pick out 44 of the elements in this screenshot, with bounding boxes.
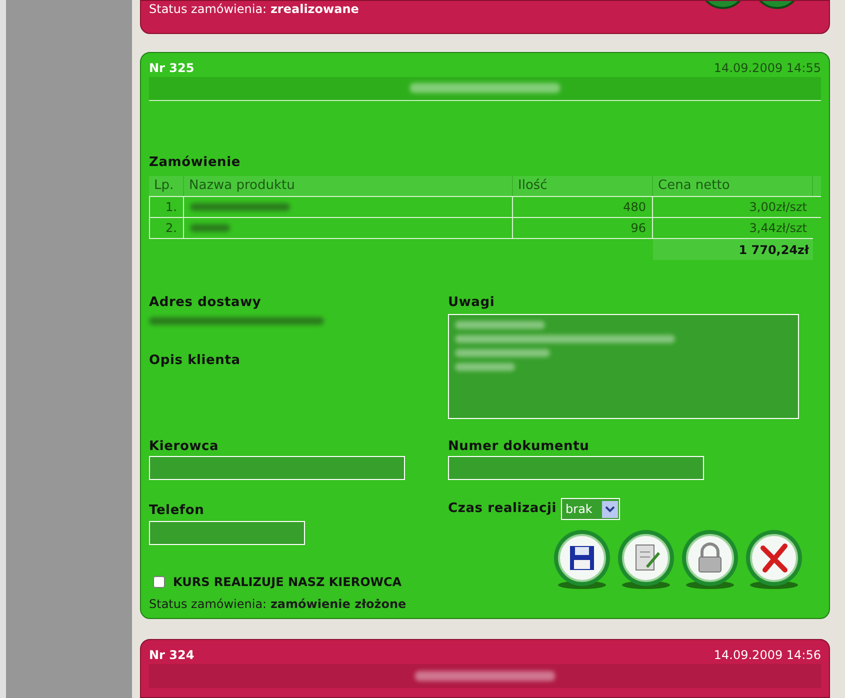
lock-button[interactable] bbox=[680, 528, 740, 590]
order-date: 14.09.2009 14:55 bbox=[714, 60, 821, 77]
phone-input[interactable] bbox=[149, 520, 305, 545]
save-icon bbox=[552, 528, 612, 590]
field-label: Adres dostawy bbox=[149, 294, 262, 312]
checkbox[interactable] bbox=[153, 576, 165, 588]
driver-input[interactable] bbox=[149, 456, 405, 480]
edit-button[interactable] bbox=[616, 528, 676, 590]
status-value: zrealizowane bbox=[270, 2, 359, 16]
table-cell: 480 bbox=[513, 197, 653, 218]
status-label: Status zamówienia: bbox=[149, 596, 268, 611]
field-label: Opis klienta bbox=[149, 352, 242, 370]
column-header: Lp. bbox=[149, 176, 184, 196]
padlock-icon bbox=[680, 528, 740, 590]
document-number-input[interactable] bbox=[448, 456, 704, 480]
field-label: Telefon bbox=[149, 502, 206, 520]
table-cell-text: 3,44zł/szt bbox=[748, 220, 808, 238]
table-cell-text: 3,00zł/szt bbox=[748, 199, 808, 216]
status-value: zamówienie złożone bbox=[270, 596, 406, 611]
delete-button[interactable] bbox=[744, 528, 804, 590]
table-cell: 2. bbox=[149, 218, 184, 238]
time-select[interactable]: brak bbox=[560, 498, 620, 520]
table-cell: 1. bbox=[149, 197, 184, 218]
total-cell: 1 770,24zł bbox=[653, 239, 813, 260]
field-label: Czas realizacji bbox=[448, 500, 557, 518]
order-number: Nr 325 bbox=[149, 60, 194, 77]
document-edit-icon bbox=[616, 528, 676, 590]
order-number: Nr 324 bbox=[149, 646, 194, 664]
blurred-text bbox=[455, 362, 515, 371]
status-label: Status zamówienia: bbox=[149, 2, 268, 16]
field-label: Numer dokumentu bbox=[448, 438, 590, 456]
field-label: Kierowca bbox=[149, 438, 220, 456]
table-cell: 96 bbox=[513, 218, 653, 238]
order-date: 14.09.2009 14:56 bbox=[714, 646, 821, 664]
notes-textarea[interactable] bbox=[448, 314, 799, 419]
field-label: Uwagi bbox=[448, 294, 496, 312]
close-icon bbox=[744, 528, 804, 590]
section-title: Zamówienie bbox=[149, 154, 242, 172]
save-button[interactable] bbox=[552, 528, 612, 590]
column-header: Ilość bbox=[513, 176, 653, 196]
checkbox-label: KURS REALIZUJE NASZ KIEROWCA bbox=[173, 574, 402, 591]
column-header: Cena netto bbox=[653, 176, 813, 196]
column-header: Nazwa produktu bbox=[184, 176, 513, 196]
blurred-text bbox=[190, 224, 230, 232]
